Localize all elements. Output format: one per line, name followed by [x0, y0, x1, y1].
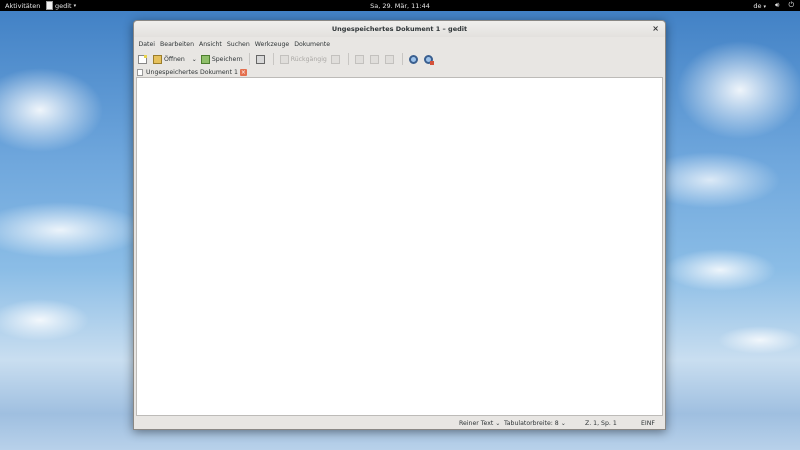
undo-icon — [279, 54, 289, 64]
open-recent-dropdown[interactable]: ⌄ — [187, 52, 199, 66]
status-bar: Reiner Text ⌄ Tabulatorbreite: 8 ⌄ Z. 1,… — [134, 418, 665, 429]
tab-width-label: Tabulatorbreite: 8 — [504, 420, 559, 427]
save-icon — [200, 54, 210, 64]
chevron-down-icon: ⌄ — [560, 420, 566, 427]
document-tab[interactable]: Ungespeichertes Dokument 1 × — [137, 67, 247, 77]
system-tray: de ▾ 🔊︎ ⏻ — [753, 1, 794, 10]
toolbar-separator — [401, 53, 403, 65]
title-bar[interactable]: Ungespeichertes Dokument 1 – gedit × — [134, 21, 665, 37]
chevron-down-icon: ▾ — [763, 3, 767, 10]
cursor-position: Z. 1, Sp. 1 — [585, 420, 617, 427]
chevron-down-icon: ⌄ — [495, 420, 501, 427]
keyboard-layout-indicator[interactable]: de ▾ — [753, 2, 766, 10]
menu-datei[interactable]: Datei — [136, 39, 158, 50]
tab-width-selector[interactable]: Tabulatorbreite: 8 ⌄ — [504, 420, 566, 427]
menu-dokumente[interactable]: Dokumente — [292, 39, 333, 50]
paste-icon — [384, 54, 394, 64]
top-bar: Aktivitäten gedit ▾ Sa, 29. Mär, 11:44 d… — [0, 0, 800, 11]
menu-ansicht[interactable]: Ansicht — [197, 39, 225, 50]
toolbar-separator — [248, 53, 250, 65]
close-window-button[interactable]: × — [652, 24, 659, 33]
open-label: Öffnen — [164, 55, 185, 63]
syntax-language-label: Reiner Text — [459, 420, 494, 427]
search-icon — [408, 54, 418, 64]
save-label: Speichern — [211, 55, 243, 63]
document-icon — [137, 68, 143, 76]
menu-suchen[interactable]: Suchen — [224, 39, 252, 50]
volume-icon[interactable]: 🔊︎ — [775, 1, 779, 10]
menu-bearbeiten[interactable]: Bearbeiten — [158, 39, 197, 50]
insert-mode-indicator: EINF — [641, 420, 655, 427]
clock[interactable]: Sa, 29. Mär, 11:44 — [0, 2, 800, 10]
copy-button[interactable] — [368, 52, 383, 66]
redo-button[interactable] — [329, 52, 344, 66]
print-button[interactable] — [254, 52, 269, 66]
menu-werkzeuge[interactable]: Werkzeuge — [252, 39, 291, 50]
undo-button[interactable]: Rückgängig — [278, 52, 329, 66]
new-document-icon — [138, 54, 147, 64]
cut-button[interactable] — [353, 52, 368, 66]
cut-icon — [354, 54, 364, 64]
find-replace-button[interactable] — [422, 52, 437, 66]
toolbar: Öffnen ⌄ Speichern Rückgängig — [136, 51, 663, 67]
search-replace-icon — [423, 54, 434, 65]
redo-icon — [330, 54, 340, 64]
find-button[interactable] — [407, 52, 422, 66]
toolbar-separator — [347, 53, 349, 65]
save-button[interactable]: Speichern — [199, 52, 245, 66]
menu-bar: Datei Bearbeiten Ansicht Suchen Werkzeug… — [136, 39, 333, 50]
text-editor-area[interactable] — [136, 77, 663, 416]
open-folder-icon — [153, 54, 162, 64]
syntax-language-selector[interactable]: Reiner Text ⌄ — [459, 420, 500, 427]
gedit-window: Ungespeichertes Dokument 1 – gedit × Dat… — [133, 20, 666, 430]
open-button[interactable]: Öffnen — [151, 52, 187, 66]
undo-label: Rückgängig — [290, 55, 327, 63]
new-button[interactable] — [136, 52, 151, 66]
paste-button[interactable] — [383, 52, 398, 66]
toolbar-separator — [272, 53, 274, 65]
window-title: Ungespeichertes Dokument 1 – gedit — [331, 25, 468, 33]
chevron-down-icon: ⌄ — [191, 55, 197, 63]
copy-icon — [369, 54, 379, 64]
document-tab-label: Ungespeichertes Dokument 1 — [146, 68, 238, 76]
close-tab-button[interactable]: × — [239, 68, 247, 76]
power-icon[interactable]: ⏻ — [788, 1, 794, 10]
keyboard-layout-label: de — [753, 1, 762, 10]
print-icon — [255, 54, 265, 64]
